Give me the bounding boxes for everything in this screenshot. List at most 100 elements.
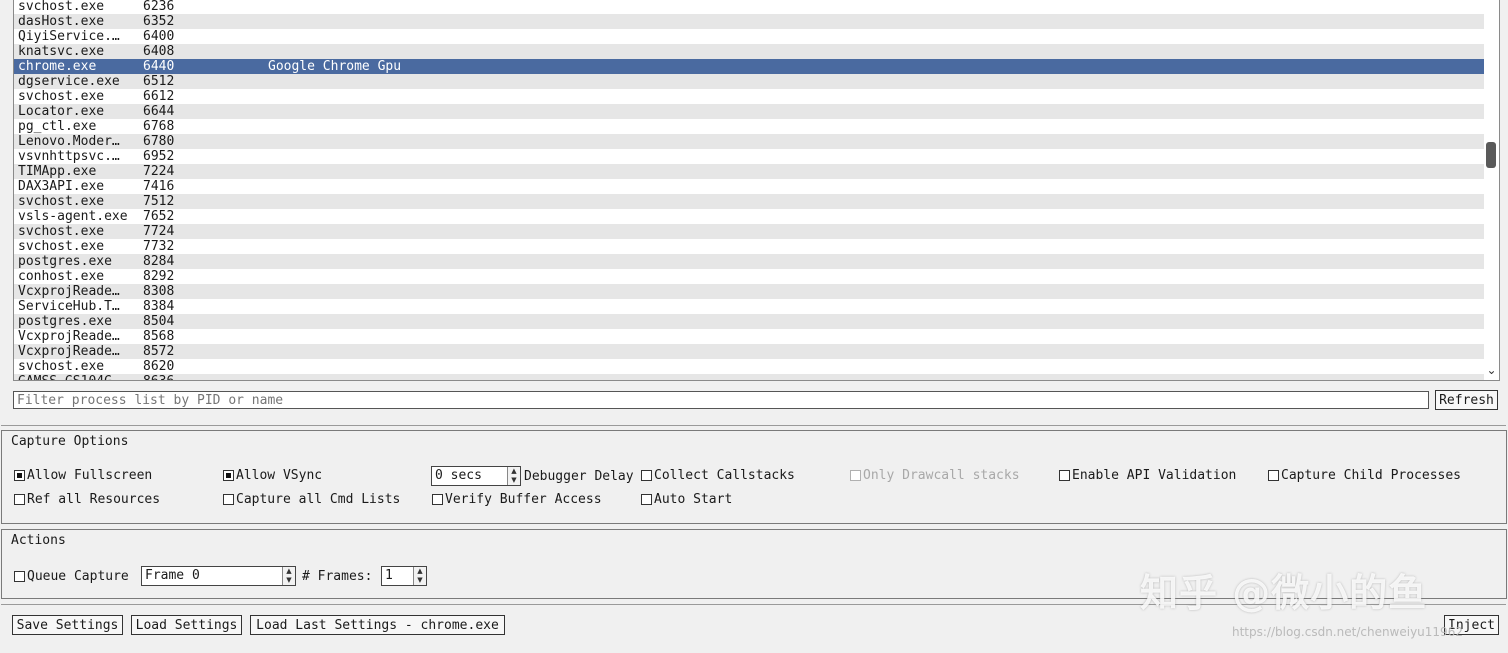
process-row[interactable]: svchost.exe 7724 [14, 224, 1484, 239]
process-pid: 8568 [143, 329, 175, 344]
process-name: svchost.exe [18, 359, 105, 374]
process-row[interactable]: postgres.exe 8504 [14, 314, 1484, 329]
enable-api-validation-checkbox[interactable]: Enable API Validation [1059, 467, 1236, 483]
checkbox-icon [1059, 469, 1070, 481]
process-row[interactable]: VcxprojReade… 8308 [14, 284, 1484, 299]
process-row[interactable]: vsls-agent.exe 7652 [14, 209, 1484, 224]
spinner-arrows-icon[interactable]: ▲ ▼ [507, 467, 520, 485]
process-name: dgservice.exe [18, 74, 120, 89]
auto-start-label: Auto Start [654, 491, 733, 507]
debugger-delay-spinner[interactable]: 0 secs ▲ ▼ [431, 466, 521, 486]
debugger-delay-label: Debugger Delay [524, 469, 634, 484]
watermark-text: 知乎 @微小的鱼 [1140, 571, 1428, 615]
capture-all-cmd-lists-checkbox[interactable]: Capture all Cmd Lists [223, 491, 400, 507]
process-row[interactable]: svchost.exe 6612 [14, 89, 1484, 104]
spinner-arrows-icon[interactable]: ▲ ▼ [282, 567, 295, 585]
process-row[interactable]: svchost.exe 8620 [14, 359, 1484, 374]
watermark-url: https://blog.csdn.net/chenweiyu11962 [1232, 625, 1463, 639]
ref-all-resources-checkbox[interactable]: Ref all Resources [14, 491, 160, 507]
checkbox-icon [223, 493, 234, 505]
process-name: vsvnhttpsvc.… [18, 149, 120, 164]
process-pid: 6440 [143, 59, 175, 74]
checkbox-icon [14, 469, 25, 481]
process-name: QiyiService.… [18, 29, 120, 44]
process-row[interactable]: conhost.exe 8292 [14, 269, 1484, 284]
checkbox-icon [641, 469, 652, 481]
verify-buffer-access-label: Verify Buffer Access [445, 491, 602, 507]
process-row[interactable]: chrome.exe 6440 Google Chrome Gpu [14, 59, 1484, 74]
process-pid: 7732 [143, 239, 175, 254]
scroll-down-icon[interactable]: ⌄ [1486, 363, 1497, 377]
process-name: pg_ctl.exe [18, 119, 97, 134]
queue-capture-label: Queue Capture [27, 568, 129, 584]
verify-buffer-access-checkbox[interactable]: Verify Buffer Access [432, 491, 602, 507]
process-row[interactable]: Lenovo.Moder… 6780 [14, 134, 1484, 149]
process-row[interactable]: svchost.exe 6236 [14, 0, 1484, 14]
process-row[interactable]: Locator.exe 6644 [14, 104, 1484, 119]
process-list[interactable]: svchost.exe 6236 dasHost.exe 6352 QiyiServic… [13, 0, 1500, 381]
process-row[interactable]: dgservice.exe 6512 [14, 74, 1484, 89]
process-row[interactable]: vsvnhttpsvc.… 6952 [14, 149, 1484, 164]
process-pid: 7416 [143, 179, 175, 194]
debugger-delay-value: 0 secs [435, 468, 482, 483]
enable-api-validation-label: Enable API Validation [1072, 467, 1237, 483]
checkbox-icon [850, 469, 861, 481]
process-row[interactable]: pg_ctl.exe 6768 [14, 119, 1484, 134]
process-pid: 8636 [143, 374, 193, 380]
process-name: svchost.exe [18, 0, 105, 14]
process-pid: 6780 [143, 134, 175, 149]
capture-child-processes-label: Capture Child Processes [1281, 467, 1462, 483]
load-last-settings-button[interactable]: Load Last Settings - chrome.exe [250, 615, 505, 635]
process-pid: 6400 [143, 29, 175, 44]
process-row[interactable]: dasHost.exe 6352 [14, 14, 1484, 29]
vertical-scrollbar[interactable]: ⌄ [1484, 0, 1499, 380]
frame-spinner[interactable]: Frame 0 ▲ ▼ [141, 566, 296, 586]
process-pid: 6512 [143, 74, 175, 89]
process-pid: 7724 [143, 224, 175, 239]
process-row[interactable]: GAMSS_GS104G… 8636 [14, 374, 1484, 380]
process-name: TIMApp.exe [18, 164, 97, 179]
separator [1, 425, 1506, 426]
process-name: ServiceHub.T… [18, 299, 120, 314]
process-pid: 6952 [143, 149, 175, 164]
process-name: knatsvc.exe [18, 44, 105, 59]
frames-count-spinner[interactable]: 1 ▲ ▼ [381, 566, 427, 586]
allow-fullscreen-checkbox[interactable]: Allow Fullscreen [14, 467, 152, 483]
refresh-button[interactable]: Refresh [1435, 390, 1498, 410]
save-settings-button[interactable]: Save Settings [12, 615, 123, 635]
process-name: VcxprojReade… [18, 284, 120, 299]
process-name: postgres.exe [18, 314, 112, 329]
process-row[interactable]: knatsvc.exe 6408 [14, 44, 1484, 59]
checkbox-icon [223, 469, 234, 481]
process-row[interactable]: svchost.exe 7732 [14, 239, 1484, 254]
process-pid: 8504 [143, 314, 175, 329]
auto-start-checkbox[interactable]: Auto Start [641, 491, 732, 507]
process-row[interactable]: svchost.exe 7512 [14, 194, 1484, 209]
process-row[interactable]: postgres.exe 8284 [14, 254, 1484, 269]
capture-child-processes-checkbox[interactable]: Capture Child Processes [1268, 467, 1461, 483]
spinner-arrows-icon[interactable]: ▲ ▼ [413, 567, 426, 585]
process-name: svchost.exe [18, 194, 105, 209]
process-pid: 8284 [143, 254, 175, 269]
process-pid: 7224 [143, 164, 175, 179]
process-row[interactable]: VcxprojReade… 8568 [14, 329, 1484, 344]
queue-capture-checkbox[interactable]: Queue Capture [14, 568, 129, 584]
scrollbar-thumb[interactable] [1486, 142, 1496, 168]
checkbox-icon [14, 493, 25, 505]
allow-vsync-checkbox[interactable]: Allow VSync [223, 467, 322, 483]
process-pid: 7652 [143, 209, 175, 224]
process-row[interactable]: DAX3API.exe 7416 [14, 179, 1484, 194]
process-row[interactable]: QiyiService.… 6400 [14, 29, 1484, 44]
process-row[interactable]: VcxprojReade… 8572 [14, 344, 1484, 359]
process-name: svchost.exe [18, 239, 105, 254]
filter-input[interactable] [13, 391, 1429, 409]
process-pid: 8384 [143, 299, 175, 314]
checkbox-icon [1268, 469, 1279, 481]
process-name: DAX3API.exe [18, 179, 105, 194]
only-drawcall-stacks-checkbox: Only Drawcall stacks [850, 467, 1020, 483]
process-row[interactable]: TIMApp.exe 7224 [14, 164, 1484, 179]
process-row[interactable]: ServiceHub.T… 8384 [14, 299, 1484, 314]
load-settings-button[interactable]: Load Settings [131, 615, 242, 635]
process-pid: 6352 [143, 14, 175, 29]
collect-callstacks-checkbox[interactable]: Collect Callstacks [641, 467, 795, 483]
